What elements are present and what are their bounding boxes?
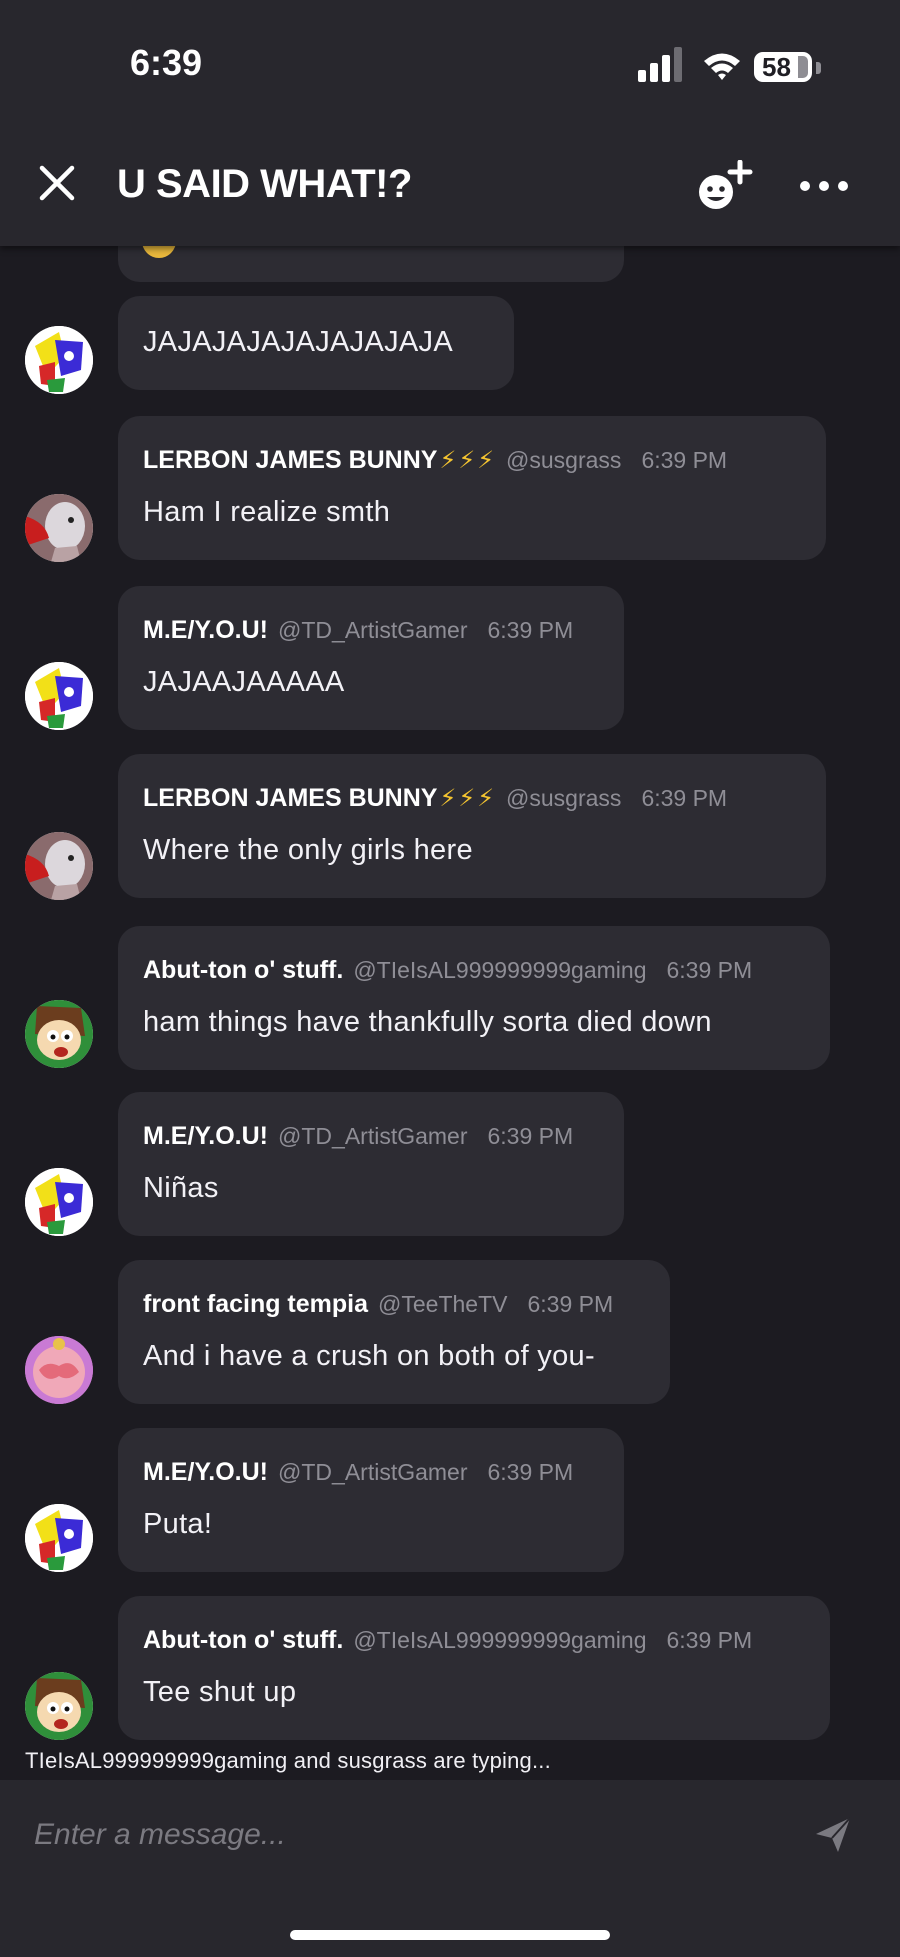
message-time: 6:39 PM [641, 785, 728, 811]
avatar-meyou[interactable] [25, 1168, 93, 1236]
chat-title: U SAID WHAT!? [117, 162, 412, 206]
message-bubble[interactable]: M.E/Y.O.U! @TD_ArtistGamer 6:39 PM JAJAAJA… [118, 586, 624, 730]
avatar-tempia[interactable] [25, 1336, 93, 1404]
message-header: LERBON JAMES BUNNY⚡⚡⚡ @susgrass 6:39 PM [143, 446, 727, 475]
message-header: Abut-ton o' stuff. @TIeIsAL999999999gamin… [143, 956, 752, 985]
battery-level: 58 [762, 52, 791, 82]
sender-name[interactable]: M.E/Y.O.U! [143, 616, 268, 644]
avatar-abut-ton[interactable] [25, 1000, 93, 1068]
message-bubble[interactable]: M.E/Y.O.U! @TD_ArtistGamer 6:39 PM Puta! [118, 1428, 624, 1572]
add-member-icon[interactable] [694, 160, 754, 214]
message-header: front facing tempia @TeeTheTV 6:39 PM [143, 1290, 613, 1319]
avatar-tempia-image [25, 1336, 93, 1404]
message-time: 6:39 PM [666, 957, 753, 983]
wifi-icon [704, 53, 740, 80]
battery-empty-portion [798, 56, 808, 78]
message-time: 6:39 PM [487, 1459, 574, 1485]
sender-handle[interactable]: @TD_ArtistGamer [278, 1459, 467, 1485]
sender-name[interactable]: LERBON JAMES BUNNY [143, 784, 437, 812]
message-text: And i have a crush on both of you- [143, 1340, 595, 1372]
message-header: M.E/Y.O.U! @TD_ArtistGamer 6:39 PM [143, 616, 573, 645]
sender-handle[interactable]: @TIeIsAL999999999gaming [353, 1627, 646, 1653]
message-time: 6:39 PM [527, 1291, 614, 1317]
avatar-meyou[interactable] [25, 1504, 93, 1572]
message-bubble[interactable]: Abut-ton o' stuff. @TIeIsAL999999999gamin… [118, 1596, 830, 1740]
send-icon[interactable] [814, 1816, 852, 1854]
message-time: 6:39 PM [487, 617, 574, 643]
message-text: Where the only girls here [143, 834, 473, 866]
avatar-abut-ton[interactable] [25, 1672, 93, 1740]
avatar-meyou-image [25, 1168, 93, 1236]
status-time: 6:39 [130, 42, 203, 83]
message-text: JAJAAJAAAAA [143, 666, 345, 698]
sender-handle[interactable]: @TIeIsAL999999999gaming [353, 957, 646, 983]
avatar-abut-ton-image [25, 1672, 93, 1740]
avatar-lerbon-image [25, 832, 93, 900]
avatar-lerbon[interactable] [25, 494, 93, 562]
message-time: 6:39 PM [487, 1123, 574, 1149]
home-indicator [290, 1930, 610, 1940]
sender-name[interactable]: Abut-ton o' stuff. [143, 956, 343, 984]
message-header: M.E/Y.O.U! @TD_ArtistGamer 6:39 PM [143, 1122, 573, 1151]
avatar-lerbon[interactable] [25, 832, 93, 900]
typing-indicator: TIeIsAL999999999gaming and susgrass are … [25, 1748, 551, 1773]
message-input[interactable] [34, 1810, 794, 1860]
message-bubble[interactable]: JAJAJAJAJAJAJAJAJA [118, 296, 514, 390]
message-bubble[interactable]: front facing tempia @TeeTheTV 6:39 PM And … [118, 1260, 670, 1404]
avatar-meyou-image [25, 662, 93, 730]
sender-handle[interactable]: @TD_ArtistGamer [278, 617, 467, 643]
message-text: ham things have thankfully sorta died do… [143, 1006, 712, 1038]
sender-handle[interactable]: @TeeTheTV [378, 1291, 507, 1317]
sender-name[interactable]: front facing tempia [143, 1290, 368, 1318]
sender-handle[interactable]: @susgrass [506, 447, 621, 473]
message-bubble[interactable]: Abut-ton o' stuff. @TIeIsAL999999999gamin… [118, 926, 830, 1070]
message-composer [0, 1780, 900, 1957]
top-bar: 6:39 58 U SAID WHAT!? [0, 0, 900, 246]
message-bubble[interactable]: M.E/Y.O.U! @TD_ArtistGamer 6:39 PM Niñas [118, 1092, 624, 1236]
battery-icon: 58 [754, 52, 812, 82]
message-header: LERBON JAMES BUNNY⚡⚡⚡ @susgrass 6:39 PM [143, 784, 727, 813]
message-header: Abut-ton o' stuff. @TIeIsAL999999999gamin… [143, 1626, 752, 1655]
avatar-meyou-image [25, 1504, 93, 1572]
avatar-meyou-image [25, 326, 93, 394]
message-text: Tee shut up [143, 1676, 297, 1708]
more-icon[interactable] [798, 176, 850, 196]
sender-name[interactable]: Abut-ton o' stuff. [143, 1626, 343, 1654]
sender-handle[interactable]: @susgrass [506, 785, 621, 811]
message-bubble-partial [118, 246, 624, 282]
battery-nub [816, 62, 821, 74]
message-header: M.E/Y.O.U! @TD_ArtistGamer 6:39 PM [143, 1458, 573, 1487]
message-text: Niñas [143, 1172, 219, 1204]
laughing-emoji-icon [142, 246, 176, 258]
message-bubble[interactable]: LERBON JAMES BUNNY⚡⚡⚡ @susgrass 6:39 PM Ha… [118, 416, 826, 560]
avatar-meyou[interactable] [25, 662, 93, 730]
sender-name[interactable]: M.E/Y.O.U! [143, 1122, 268, 1150]
message-time: 6:39 PM [666, 1627, 753, 1653]
message-time: 6:39 PM [641, 447, 728, 473]
sender-name[interactable]: M.E/Y.O.U! [143, 1458, 268, 1486]
avatar-meyou[interactable] [25, 326, 93, 394]
sender-badges: ⚡⚡⚡ [439, 447, 497, 474]
message-text: JAJAJAJAJAJAJAJAJA [143, 326, 453, 358]
message-list[interactable]: JAJAJAJAJAJAJAJAJA LERBON JAMES BUNNY⚡⚡⚡… [0, 246, 900, 1754]
message-text: Puta! [143, 1508, 213, 1540]
message-text: Ham I realize smth [143, 496, 391, 528]
sender-name[interactable]: LERBON JAMES BUNNY [143, 446, 437, 474]
signal-icon [638, 47, 682, 82]
avatar-abut-ton-image [25, 1000, 93, 1068]
sender-handle[interactable]: @TD_ArtistGamer [278, 1123, 467, 1149]
close-icon[interactable] [34, 160, 80, 206]
sender-badges: ⚡⚡⚡ [439, 785, 497, 812]
avatar-lerbon-image [25, 494, 93, 562]
message-bubble[interactable]: LERBON JAMES BUNNY⚡⚡⚡ @susgrass 6:39 PM Wh… [118, 754, 826, 898]
